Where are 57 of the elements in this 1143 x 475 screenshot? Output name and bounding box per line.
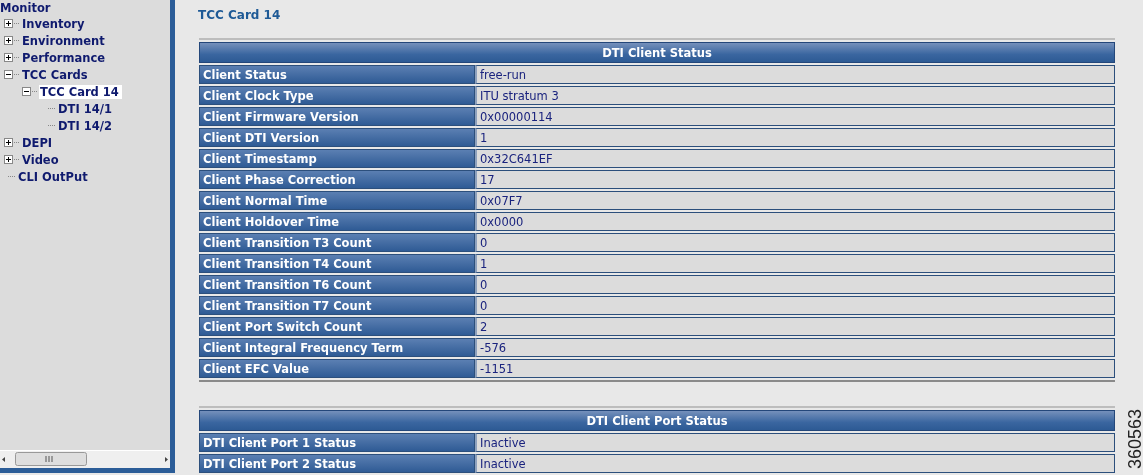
tree-item[interactable]: Video [21, 152, 62, 167]
collapse-icon[interactable] [22, 87, 31, 96]
row-value: 0x0000 [475, 212, 1115, 231]
tree-item[interactable]: DTI 14/1 [57, 101, 115, 116]
row-value: 0x07F7 [475, 191, 1115, 210]
figure-number: 360563 [1124, 408, 1143, 469]
row-value: 0 [475, 296, 1115, 315]
row-label: Client Transition T6 Count [199, 275, 475, 294]
row-label: Client EFC Value [199, 359, 475, 378]
row-value: 0 [475, 275, 1115, 294]
row-label: Client Clock Type [199, 86, 475, 105]
table-heading: DTI Client Status [199, 42, 1115, 63]
tree-item[interactable]: TCC Card 14 [39, 84, 122, 99]
row-label: Client Firmware Version [199, 107, 475, 126]
row-label: Client Phase Correction [199, 170, 475, 189]
row-value: -1151 [475, 359, 1115, 378]
tree-item[interactable]: DTI 14/2 [57, 118, 115, 133]
row-value: 1 [475, 128, 1115, 147]
row-label: Client Holdover Time [199, 212, 475, 231]
tree-item[interactable]: DEPI [21, 135, 56, 150]
row-value: 0x00000114 [475, 107, 1115, 126]
row-value: 1 [475, 254, 1115, 273]
tree-item[interactable]: Inventory [21, 16, 88, 31]
row-value: free-run [475, 65, 1115, 84]
row-label: Client Transition T4 Count [199, 254, 475, 273]
row-label: Client Port Switch Count [199, 317, 475, 336]
page-title: TCC Card 14 [198, 8, 282, 22]
row-label: Client Transition T7 Count [199, 296, 475, 315]
expand-icon[interactable] [4, 53, 13, 62]
row-value: 0 [475, 233, 1115, 252]
expand-icon[interactable] [4, 138, 13, 147]
tree-item[interactable]: CLI OutPut [17, 169, 91, 184]
horizontal-scrollbar[interactable] [0, 450, 170, 468]
row-label: Client Integral Frequency Term [199, 338, 475, 357]
row-label: DTI Client Port 1 Status [199, 433, 475, 452]
collapse-icon[interactable] [4, 70, 13, 79]
row-value: 17 [475, 170, 1115, 189]
row-value: ITU stratum 3 [475, 86, 1115, 105]
row-value: Inactive [475, 433, 1115, 452]
row-value: Inactive [475, 454, 1115, 473]
row-label: Client Normal Time [199, 191, 475, 210]
row-label: Client Status [199, 65, 475, 84]
row-label: Client Timestamp [199, 149, 475, 168]
expand-icon[interactable] [4, 155, 13, 164]
row-value: -576 [475, 338, 1115, 357]
row-value: 2 [475, 317, 1115, 336]
row-value: 0x32C641EF [475, 149, 1115, 168]
tree-item[interactable]: Environment [21, 33, 108, 48]
row-label: Client Transition T3 Count [199, 233, 475, 252]
row-label: Client DTI Version [199, 128, 475, 147]
tree-item[interactable]: Performance [21, 50, 109, 65]
expand-icon[interactable] [4, 36, 13, 45]
tree-item[interactable]: TCC Cards [21, 67, 91, 82]
table-heading: DTI Client Port Status [199, 410, 1115, 431]
expand-icon[interactable] [4, 19, 13, 28]
tree-root[interactable]: Monitor [0, 1, 170, 15]
row-label: DTI Client Port 2 Status [199, 454, 475, 473]
